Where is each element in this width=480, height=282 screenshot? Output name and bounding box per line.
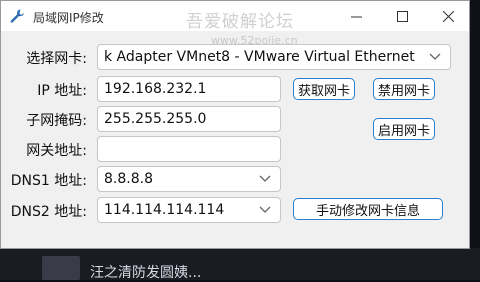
dns1-label: DNS1 地址: bbox=[10, 173, 87, 189]
background-thumbnail bbox=[42, 256, 80, 280]
manual-modify-button[interactable]: 手动修改网卡信息 bbox=[293, 198, 443, 220]
maximize-icon bbox=[396, 10, 408, 22]
subnet-mask-value: 255.255.255.0 bbox=[104, 111, 207, 127]
get-adapter-button[interactable]: 获取网卡 bbox=[293, 78, 355, 100]
dns2-label: DNS2 地址: bbox=[10, 204, 87, 220]
minimize-button[interactable] bbox=[333, 1, 379, 31]
minimize-icon bbox=[350, 16, 362, 17]
maximize-button[interactable] bbox=[379, 1, 425, 31]
dns1-select[interactable]: 8.8.8.8 bbox=[97, 166, 281, 192]
dns1-value: 8.8.8.8 bbox=[104, 171, 153, 187]
dns2-value: 114.114.114.114 bbox=[104, 202, 225, 218]
wrench-icon bbox=[10, 9, 24, 23]
ip-label: IP 地址: bbox=[37, 83, 87, 99]
title-bar: 局域网IP修改 吾爱破解论坛 bbox=[1, 1, 471, 32]
subnet-mask-input[interactable]: 255.255.255.0 bbox=[97, 106, 281, 132]
main-window: 局域网IP修改 吾爱破解论坛 www.52pojie.cn 选择网卡: k Ad… bbox=[0, 0, 470, 249]
gateway-label: 网关地址: bbox=[26, 143, 87, 159]
dns2-select[interactable]: 114.114.114.114 bbox=[97, 197, 281, 223]
chevron-down-icon bbox=[259, 206, 271, 213]
adapter-select[interactable]: k Adapter VMnet8 - VMware Virtual Ethern… bbox=[97, 44, 451, 70]
ip-address-value: 192.168.232.1 bbox=[104, 81, 207, 97]
window-title: 局域网IP修改 bbox=[33, 11, 104, 25]
adapter-value: k Adapter VMnet8 - VMware Virtual Ethern… bbox=[104, 49, 415, 65]
ip-address-input[interactable]: 192.168.232.1 bbox=[97, 76, 281, 102]
watermark: 吾爱破解论坛 bbox=[186, 12, 294, 32]
background-text: 汪之清防发圆姨... bbox=[90, 265, 202, 281]
subnet-mask-label: 子网掩码: bbox=[26, 113, 87, 129]
gateway-input[interactable] bbox=[97, 136, 281, 162]
adapter-label: 选择网卡: bbox=[26, 51, 87, 67]
disable-adapter-button[interactable]: 禁用网卡 bbox=[373, 78, 435, 100]
close-icon bbox=[442, 10, 454, 22]
close-button[interactable] bbox=[425, 1, 471, 31]
chevron-down-icon bbox=[259, 175, 271, 182]
enable-adapter-button[interactable]: 启用网卡 bbox=[373, 118, 435, 140]
chevron-down-icon bbox=[429, 53, 441, 60]
